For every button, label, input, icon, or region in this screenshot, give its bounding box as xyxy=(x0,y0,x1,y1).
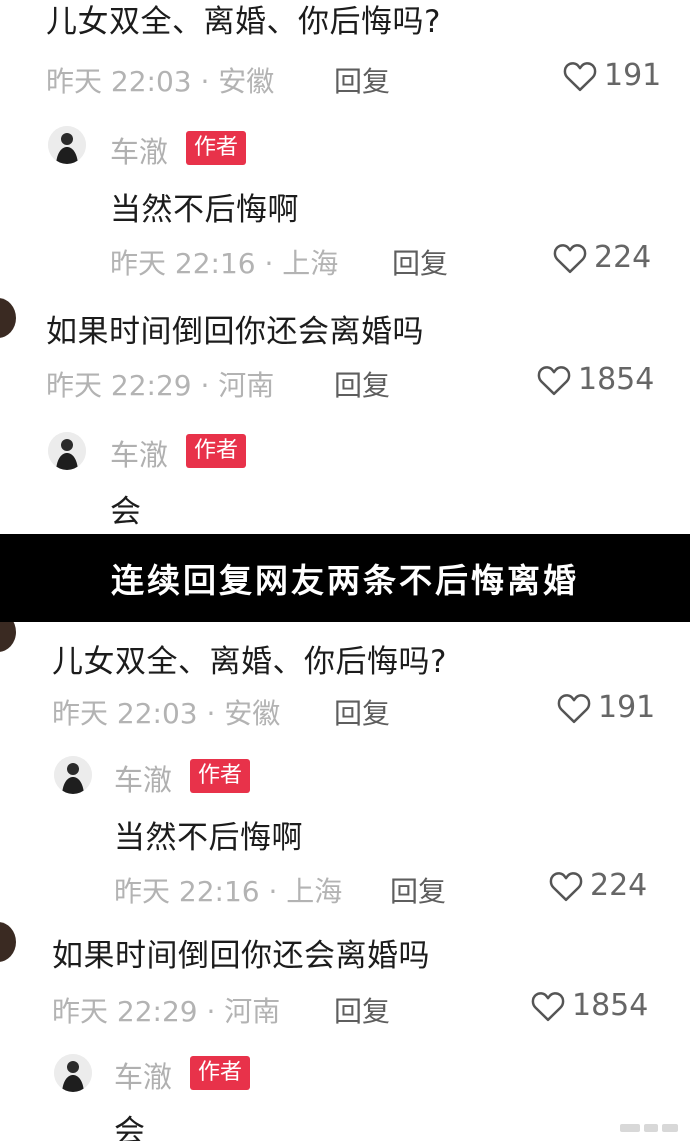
like-button[interactable]: 1854 xyxy=(530,988,648,1023)
heart-outline-icon xyxy=(563,61,597,91)
caption-banner: 连续回复网友两条不后悔离婚 xyxy=(0,534,690,622)
comment-panel-top: 儿女双全、离婚、你后悔吗? 昨天 22:03 · 安徽 回复 191 车澈 作者… xyxy=(0,0,690,534)
comment-text: 儿女双全、离婚、你后悔吗? xyxy=(46,4,441,40)
like-count: 224 xyxy=(590,868,648,903)
heart-outline-icon xyxy=(557,693,591,723)
author-name[interactable]: 车澈 xyxy=(114,757,172,799)
like-count: 191 xyxy=(604,58,662,93)
reply-text: 当然不后悔啊 xyxy=(110,192,299,228)
author-avatar[interactable] xyxy=(54,1054,92,1092)
comment-meta: 昨天 22:29 · 河南 xyxy=(52,995,281,1028)
reply-meta: 昨天 22:16 · 上海 xyxy=(114,875,343,908)
author-avatar[interactable] xyxy=(48,126,86,164)
heart-outline-icon xyxy=(537,365,571,395)
author-badge: 作者 xyxy=(186,131,247,165)
author-badge: 作者 xyxy=(190,759,251,793)
commenter-avatar[interactable] xyxy=(0,298,16,338)
author-avatar[interactable] xyxy=(48,432,86,470)
commenter-avatar[interactable] xyxy=(0,922,16,962)
reply-button[interactable]: 回复 xyxy=(392,242,448,282)
author-badge: 作者 xyxy=(186,434,247,468)
comment-meta: 昨天 22:03 · 安徽 xyxy=(46,65,275,98)
comment-text: 如果时间倒回你还会离婚吗 xyxy=(46,314,424,350)
heart-outline-icon xyxy=(531,991,565,1021)
like-count: 224 xyxy=(594,240,652,275)
like-count: 191 xyxy=(598,690,656,725)
reply-meta: 昨天 22:16 · 上海 xyxy=(110,247,339,280)
comment-meta: 昨天 22:29 · 河南 xyxy=(46,369,275,402)
heart-outline-icon xyxy=(553,243,587,273)
like-count: 1854 xyxy=(572,988,649,1023)
watermark xyxy=(620,1121,682,1135)
comment-text: 如果时间倒回你还会离婚吗 xyxy=(52,938,430,974)
like-button[interactable]: 224 xyxy=(552,240,651,275)
reply-text: 会 xyxy=(110,494,142,530)
reply-text: 当然不后悔啊 xyxy=(114,820,303,856)
commenter-avatar[interactable] xyxy=(0,622,16,652)
reply-text: 会 xyxy=(114,1114,146,1141)
comment-text: 儿女双全、离婚、你后悔吗? xyxy=(52,644,447,680)
author-badge: 作者 xyxy=(190,1056,251,1090)
author-name[interactable]: 车澈 xyxy=(110,129,168,171)
comment-panel-bottom: 儿女双全、离婚、你后悔吗? 昨天 22:03 · 安徽 回复 191 车澈 作者… xyxy=(0,622,690,1141)
reply-button[interactable]: 回复 xyxy=(334,692,390,732)
reply-button[interactable]: 回复 xyxy=(390,870,446,910)
comment-meta: 昨天 22:03 · 安徽 xyxy=(52,697,281,730)
reply-button[interactable]: 回复 xyxy=(334,364,390,404)
author-name[interactable]: 车澈 xyxy=(110,432,168,474)
like-button[interactable]: 191 xyxy=(562,58,661,93)
heart-outline-icon xyxy=(549,871,583,901)
like-button[interactable]: 191 xyxy=(556,690,655,725)
like-button[interactable]: 224 xyxy=(548,868,647,903)
reply-button[interactable]: 回复 xyxy=(334,60,390,100)
reply-button[interactable]: 回复 xyxy=(334,990,390,1030)
like-button[interactable]: 1854 xyxy=(536,362,654,397)
author-avatar[interactable] xyxy=(54,756,92,794)
like-count: 1854 xyxy=(578,362,655,397)
author-name[interactable]: 车澈 xyxy=(114,1054,172,1096)
